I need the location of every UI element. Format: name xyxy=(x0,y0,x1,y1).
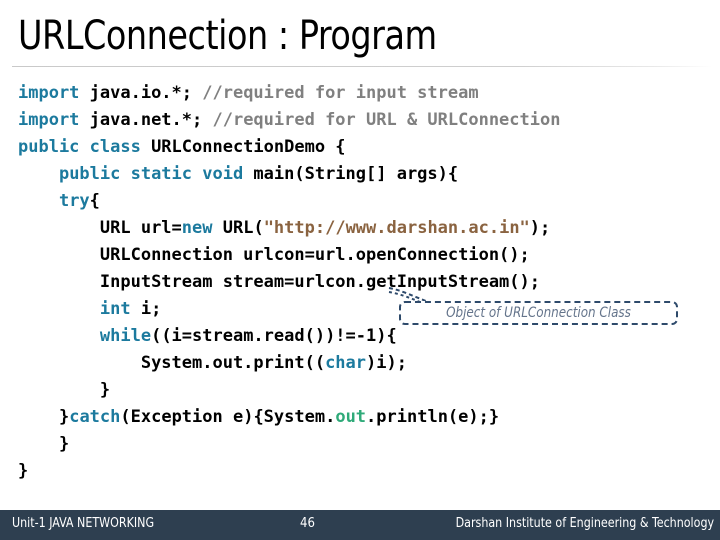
code-line: } xyxy=(18,458,710,485)
code-token-plain: ); xyxy=(529,218,551,238)
code-line: System.out.print((char)i); xyxy=(18,350,710,377)
page-title: URLConnection : Program xyxy=(18,13,437,59)
code-token-plain: URLConnectionDemo { xyxy=(140,137,346,157)
code-token-plain: { xyxy=(89,191,100,211)
code-token-plain: InputStream stream=urlcon.getInputStream… xyxy=(99,272,540,292)
code-token-str: "http://www.darshan.ac.in" xyxy=(263,218,530,238)
code-token-plain: URLConnection urlcon=url.openConnection(… xyxy=(99,245,530,265)
footer-bar: Unit-1 JAVA NETWORKING 46 Darshan Instit… xyxy=(0,510,720,540)
code-line: try{ xyxy=(18,188,710,215)
code-token-kw: while xyxy=(99,326,152,346)
code-token-plain: .println(e);} xyxy=(366,407,500,427)
code-line: InputStream stream=urlcon.getInputStream… xyxy=(18,269,710,296)
code-token-kw: new xyxy=(181,218,213,238)
code-line: public static void main(String[] args){ xyxy=(18,161,710,188)
footer-institute-label: Darshan Institute of Engineering & Techn… xyxy=(455,516,714,531)
code-token-plain: } xyxy=(99,380,111,400)
code-token-kw: int xyxy=(99,299,131,319)
title-divider xyxy=(12,66,712,67)
code-token-cmt: //required for URL & URLConnection xyxy=(212,110,561,130)
code-token-plain: )i); xyxy=(366,353,407,373)
code-token-plain: java.net.*; xyxy=(79,110,213,130)
code-line: } xyxy=(18,431,710,458)
code-block: import java.io.*; //required for input s… xyxy=(18,80,710,485)
code-line: URLConnection urlcon=url.openConnection(… xyxy=(18,242,710,269)
code-line: while((i=stream.read())!=-1){ xyxy=(18,323,710,350)
code-token-kw: public static void xyxy=(58,164,244,184)
code-line: }catch(Exception e){System.out.println(e… xyxy=(18,404,710,431)
footer-page-number: 46 xyxy=(300,516,315,531)
code-token-plain: } xyxy=(58,407,70,427)
code-token-plain: } xyxy=(18,461,29,481)
code-line: import java.io.*; //required for input s… xyxy=(18,80,710,107)
footer-unit-label: Unit-1 JAVA NETWORKING xyxy=(12,516,155,531)
code-token-plain: URL url= xyxy=(99,218,182,238)
code-token-plain: java.io.*; xyxy=(79,83,203,103)
code-token-plain: main(String[] args){ xyxy=(243,164,459,184)
code-token-plain: System.out.print(( xyxy=(140,353,326,373)
code-token-kw: public class xyxy=(18,137,141,157)
callout-annotation: Object of URLConnection Class xyxy=(388,287,678,325)
code-token-kw: catch xyxy=(69,407,121,427)
code-line: import java.net.*; //required for URL & … xyxy=(18,107,710,134)
code-token-kw: import xyxy=(18,110,80,130)
code-token-grn: out xyxy=(335,407,367,427)
code-token-plain: URL( xyxy=(212,218,264,238)
code-token-cmt: //required for input stream xyxy=(202,83,479,103)
code-token-plain: } xyxy=(58,434,70,454)
code-line: public class URLConnectionDemo { xyxy=(18,134,710,161)
code-token-kw: try xyxy=(58,191,90,211)
code-line: URL url=new URL("http://www.darshan.ac.i… xyxy=(18,215,710,242)
code-token-kw: import xyxy=(18,83,80,103)
code-token-plain: ((i=stream.read())!=-1){ xyxy=(151,326,397,346)
callout-label: Object of URLConnection Class xyxy=(446,305,631,321)
code-line: } xyxy=(18,377,710,404)
code-token-plain: i; xyxy=(130,299,162,319)
code-token-plain: (Exception e){System. xyxy=(120,407,336,427)
code-token-kw: char xyxy=(325,353,367,373)
